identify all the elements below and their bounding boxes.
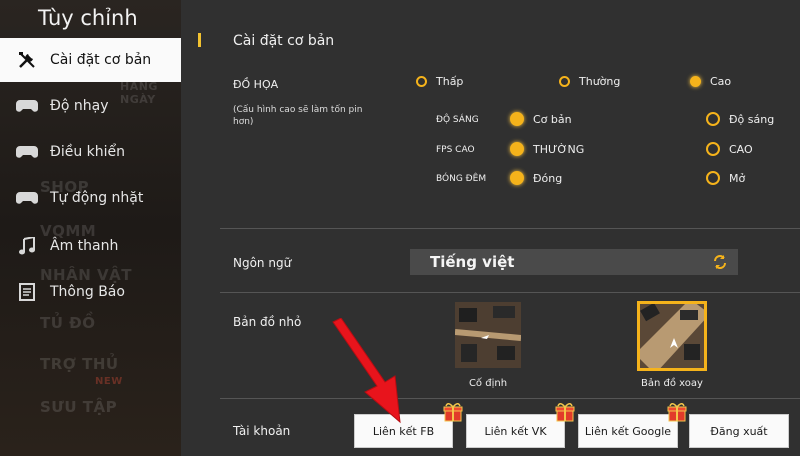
minimap-label: Bản đồ nhỏ bbox=[233, 315, 302, 329]
sidebar-item-auto-pickup[interactable]: Tự động nhặt bbox=[0, 176, 181, 220]
section-marker bbox=[198, 33, 201, 47]
graphics-option-high[interactable]: Cao bbox=[690, 75, 731, 88]
music-note-icon bbox=[14, 236, 40, 256]
radio-selected-icon bbox=[510, 142, 524, 156]
graphics-option-normal[interactable]: Thường bbox=[559, 75, 620, 88]
minimap-fixed-thumbnail[interactable] bbox=[455, 302, 521, 368]
gift-icon bbox=[555, 403, 575, 422]
sidebar-item-label: Tự động nhặt bbox=[50, 190, 144, 206]
brightness-option-bright[interactable]: Độ sáng bbox=[706, 112, 774, 126]
shadow-option-on[interactable]: Mở bbox=[706, 171, 745, 185]
option-label: Cao bbox=[710, 75, 732, 88]
option-label: Độ sáng bbox=[729, 112, 775, 126]
sidebar-item-label: Điều khiển bbox=[50, 144, 126, 160]
fps-option-high[interactable]: CAO bbox=[706, 142, 753, 156]
fps-label: FPS CAO bbox=[436, 145, 475, 155]
graphics-label: ĐỒ HỌA bbox=[233, 78, 279, 91]
document-icon bbox=[14, 282, 40, 302]
sidebar-item-sensitivity[interactable]: Độ nhạy bbox=[0, 84, 181, 128]
bg-text: TRỢ THỦ bbox=[40, 355, 119, 373]
logout-button[interactable]: Đăng xuất bbox=[689, 414, 789, 448]
map-image bbox=[455, 302, 521, 368]
brightness-label: ĐỘ SÁNG bbox=[436, 115, 479, 125]
option-label: Thường bbox=[579, 75, 621, 88]
shadow-label: BÓNG ĐÊM bbox=[436, 174, 487, 184]
graphics-note: (Cấu hình cao sẽ làm tốn pin hơn) bbox=[233, 105, 363, 127]
account-label: Tài khoản bbox=[233, 424, 291, 438]
bg-text: SƯU TẬP bbox=[40, 398, 118, 416]
sidebar-item-basic-settings[interactable]: Cài đặt cơ bản bbox=[0, 38, 181, 82]
sidebar-item-sound[interactable]: Âm thanh bbox=[0, 224, 181, 268]
sidebar-item-label: Cài đặt cơ bản bbox=[50, 52, 152, 68]
sidebar-item-label: Âm thanh bbox=[50, 238, 119, 254]
divider bbox=[220, 398, 800, 399]
section-title: Cài đặt cơ bản bbox=[233, 33, 335, 49]
radio-selected-icon bbox=[690, 76, 701, 87]
link-vk-button[interactable]: Liên kết VK bbox=[466, 414, 565, 448]
brightness-option-basic[interactable]: Cơ bản bbox=[510, 112, 572, 126]
language-label: Ngôn ngữ bbox=[233, 256, 292, 270]
divider bbox=[220, 228, 800, 229]
option-label: Đóng bbox=[533, 171, 563, 185]
option-label: Cơ bản bbox=[533, 112, 572, 126]
red-arrow-annotation bbox=[332, 318, 401, 424]
gift-icon bbox=[443, 403, 463, 422]
option-label: THƯỜNG bbox=[533, 142, 585, 156]
sidebar-item-controls[interactable]: Điều khiển bbox=[0, 130, 181, 174]
switch-arrows-icon bbox=[714, 255, 726, 269]
wrench-screwdriver-icon bbox=[14, 50, 40, 70]
option-label: CAO bbox=[729, 142, 753, 156]
option-label: Mở bbox=[729, 171, 746, 185]
radio-icon bbox=[706, 112, 720, 126]
bg-text: TỦ ĐỒ bbox=[40, 314, 96, 332]
radio-icon bbox=[706, 171, 720, 185]
sidebar-item-notifications[interactable]: Thông Báo bbox=[0, 270, 181, 314]
language-selector[interactable]: Tiếng việt bbox=[410, 249, 738, 275]
sidebar: HÀNG NGÀY SHOP VQMM NHÂN VẬT TỦ ĐỒ TRỢ T… bbox=[0, 0, 181, 456]
radio-icon bbox=[706, 142, 720, 156]
graphics-option-low[interactable]: Thấp bbox=[416, 75, 463, 88]
minimap-rotating-thumbnail[interactable] bbox=[637, 301, 707, 371]
sidebar-item-label: Độ nhạy bbox=[50, 98, 109, 114]
map-image bbox=[640, 304, 704, 368]
divider bbox=[220, 292, 800, 293]
radio-icon bbox=[416, 76, 427, 87]
gamepad-icon bbox=[14, 142, 40, 162]
option-label: Thấp bbox=[436, 75, 464, 88]
radio-selected-icon bbox=[510, 171, 524, 185]
bg-text: NEW bbox=[95, 376, 123, 387]
radio-selected-icon bbox=[510, 112, 524, 126]
minimap-fixed-caption: Cố định bbox=[468, 378, 508, 389]
fps-option-normal[interactable]: THƯỜNG bbox=[510, 142, 584, 156]
sidebar-item-label: Thông Báo bbox=[50, 284, 125, 300]
gift-icon bbox=[667, 403, 687, 422]
shadow-option-off[interactable]: Đóng bbox=[510, 171, 562, 185]
language-value: Tiếng việt bbox=[430, 253, 515, 271]
minimap-rotating-caption: Bản đồ xoay bbox=[641, 378, 703, 389]
gamepad-icon bbox=[14, 188, 40, 208]
gamepad-icon bbox=[14, 96, 40, 116]
radio-icon bbox=[559, 76, 570, 87]
sidebar-title: Tùy chỉnh bbox=[38, 6, 138, 30]
link-google-button[interactable]: Liên kết Google bbox=[578, 414, 678, 448]
